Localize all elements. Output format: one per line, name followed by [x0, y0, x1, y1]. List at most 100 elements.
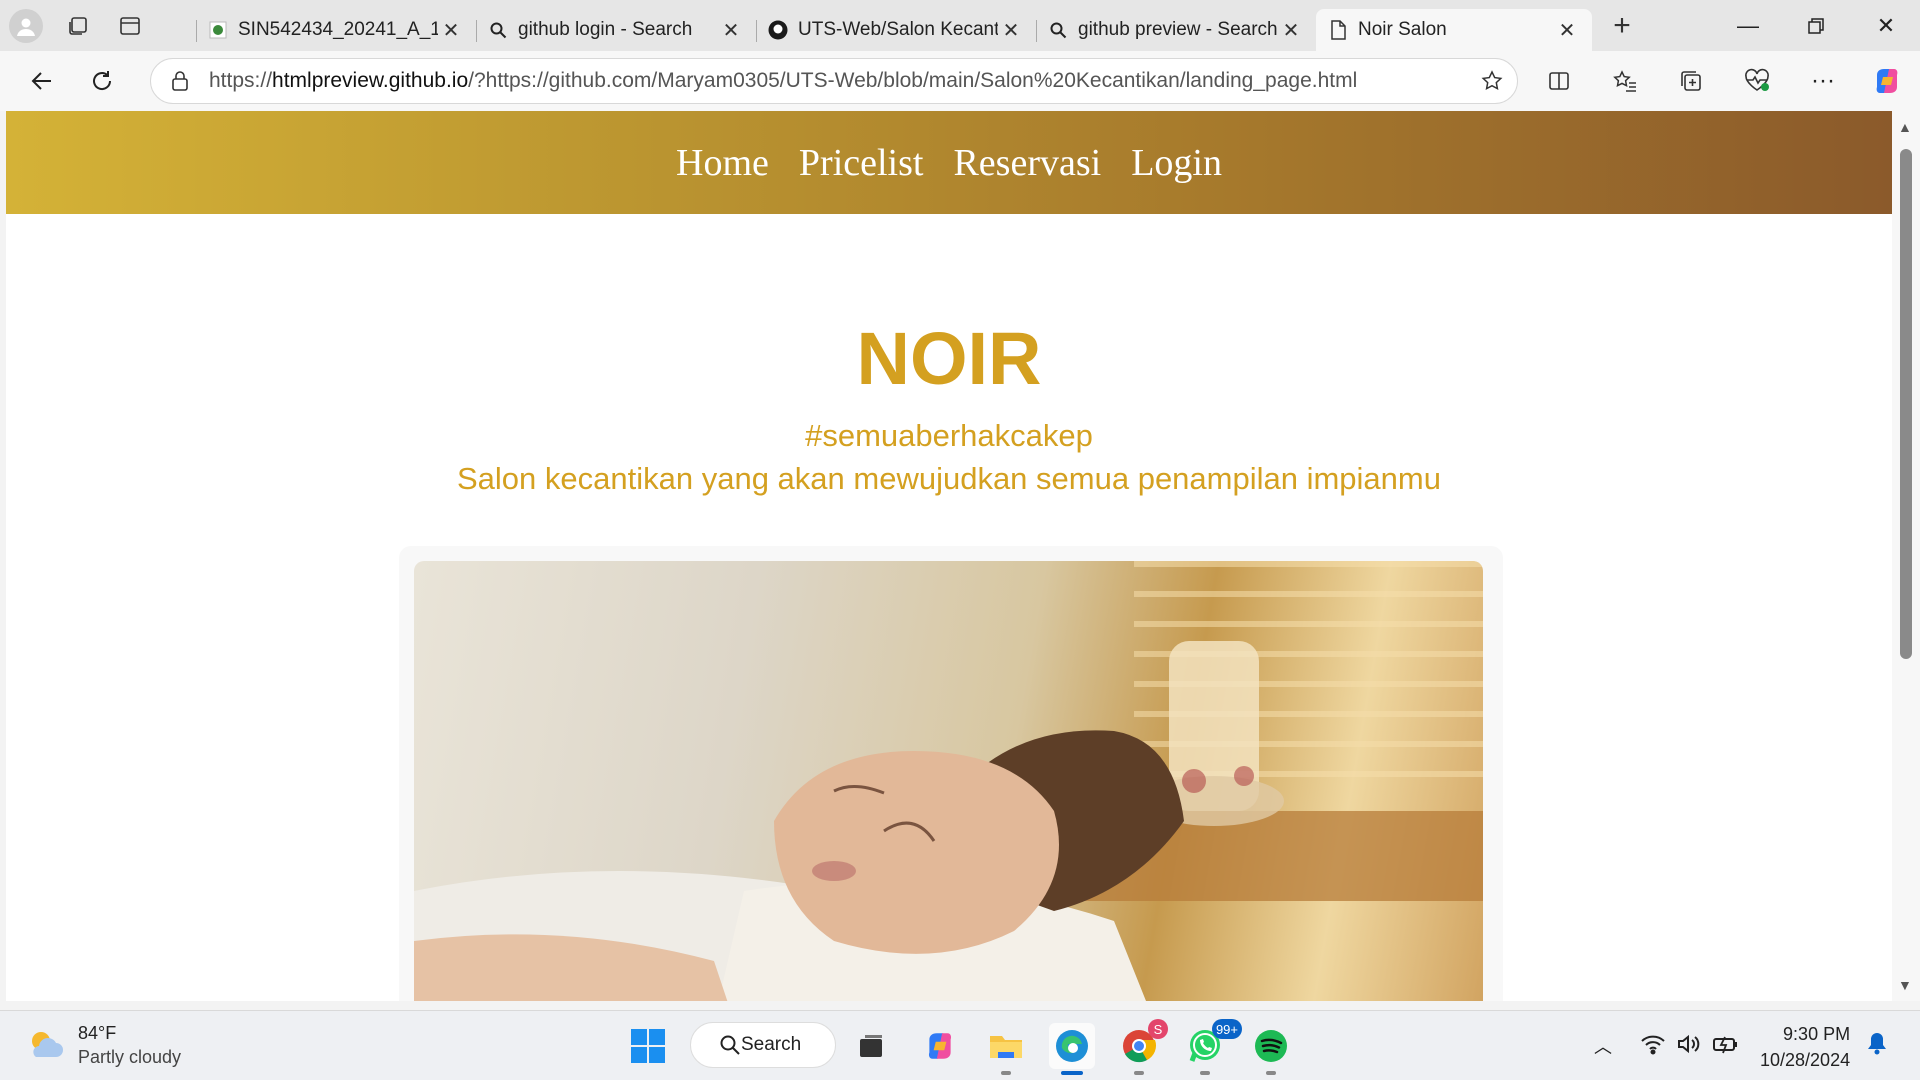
active-indicator: [1061, 1071, 1083, 1075]
search-icon: [1048, 20, 1068, 40]
tab-separator: [756, 20, 757, 42]
tab-title: Noir Salon: [1358, 19, 1447, 40]
browser-tab[interactable]: github preview - Search ✕: [1036, 9, 1316, 51]
notification-bell-icon[interactable]: [1866, 1031, 1888, 1060]
nav-link-home[interactable]: Home: [676, 141, 769, 185]
spotify-taskbar-button[interactable]: [1248, 1023, 1294, 1075]
favorite-star-icon[interactable]: [1467, 69, 1517, 93]
browser-tab-active[interactable]: Noir Salon ✕: [1316, 9, 1592, 51]
hero-photo-spa-woman: [414, 561, 1483, 1001]
tab-title: github preview - Search: [1078, 19, 1278, 40]
hero-section: NOIR #semuaberhakcakep Salon kecantikan …: [6, 322, 1892, 497]
whatsapp-taskbar-button[interactable]: 99+: [1182, 1019, 1242, 1075]
running-indicator: [1001, 1071, 1011, 1075]
profile-icon: [9, 8, 43, 43]
url-path: /?https://github.com/Maryam0305/UTS-Web/…: [468, 69, 1358, 92]
hashtag-text: #semuaberhakcakep: [805, 418, 1093, 453]
favorites-button[interactable]: [1592, 51, 1658, 111]
profile-button[interactable]: [0, 0, 52, 51]
task-view-button[interactable]: [848, 1023, 894, 1069]
close-tab-icon[interactable]: ✕: [438, 18, 464, 43]
split-screen-button[interactable]: [1526, 51, 1592, 111]
new-tab-button[interactable]: +: [1592, 0, 1652, 51]
tab-strip: SIN542434_20241_A_14 ✕ github login - Se…: [0, 0, 1920, 51]
running-indicator: [1200, 1071, 1210, 1075]
browser-tab[interactable]: SIN542434_20241_A_14 ✕: [196, 9, 476, 51]
university-favicon-icon: [208, 20, 228, 40]
page-icon: [1328, 20, 1348, 40]
restore-icon: [1808, 17, 1824, 34]
close-window-button[interactable]: ✕: [1852, 0, 1920, 51]
taskbar-search-label: Search: [741, 1034, 802, 1055]
copilot-button[interactable]: [1854, 51, 1920, 111]
edge-icon: [1056, 1030, 1088, 1062]
wifi-icon[interactable]: [1640, 1033, 1666, 1060]
running-indicator: [1134, 1071, 1144, 1075]
minimize-button[interactable]: —: [1714, 0, 1782, 51]
browser-essentials-button[interactable]: [1724, 51, 1790, 111]
site-navbar: Home Pricelist Reservasi Login: [6, 111, 1892, 214]
scroll-down-icon[interactable]: ▼: [1898, 977, 1912, 993]
close-tab-icon[interactable]: ✕: [1278, 18, 1304, 43]
photo-illustration: [414, 561, 1483, 1001]
back-button[interactable]: [12, 51, 72, 111]
nav-link-login[interactable]: Login: [1131, 141, 1222, 185]
copilot-icon: [928, 1033, 952, 1059]
tagline-text: Salon kecantikan yang akan mewujudkan se…: [457, 461, 1441, 496]
tab-title: github login - Search: [518, 19, 693, 40]
battery-charging-icon[interactable]: [1712, 1033, 1740, 1060]
spotify-icon: [1255, 1030, 1287, 1062]
taskbar-search[interactable]: Search: [690, 1022, 836, 1068]
tab-title: UTS-Web/Salon Kecanti: [798, 19, 998, 40]
clock-time: 9:30 PM: [1783, 1024, 1851, 1044]
start-button[interactable]: [625, 1023, 671, 1069]
url-host: htmlpreview.github.io: [272, 69, 469, 92]
tab-actions-button[interactable]: [104, 0, 156, 51]
restore-button[interactable]: [1782, 0, 1850, 51]
settings-more-button[interactable]: ···: [1790, 51, 1856, 111]
folder-icon: [990, 1036, 1022, 1058]
tab-actions-icon: [120, 16, 140, 35]
partly-cloudy-icon: [32, 1032, 63, 1057]
url-prefix: https://: [209, 69, 273, 92]
system-clock[interactable]: 9:30 PM 10/28/2024: [1760, 1021, 1850, 1073]
running-indicator: [1266, 1071, 1276, 1075]
close-tab-icon[interactable]: ✕: [998, 18, 1024, 43]
favorites-list-icon: [1613, 70, 1636, 92]
browser-tab[interactable]: github login - Search ✕: [476, 9, 756, 51]
browser-toolbar: https://htmlpreview.github.io/?https://g…: [0, 51, 1920, 111]
weather-widget[interactable]: 84°F Partly cloudy: [26, 1021, 181, 1069]
edge-taskbar-button[interactable]: [1049, 1023, 1095, 1075]
collections-button[interactable]: [1658, 51, 1724, 111]
hero-image-card: [399, 546, 1503, 1001]
weather-temp: 84°F: [78, 1023, 117, 1043]
brand-title: NOIR: [856, 317, 1042, 400]
address-bar[interactable]: https://htmlpreview.github.io/?https://g…: [150, 58, 1518, 104]
scroll-up-icon[interactable]: ▲: [1898, 119, 1912, 135]
show-hidden-icons-chevron-icon[interactable]: ︿: [1594, 1033, 1612, 1059]
search-icon: [488, 20, 508, 40]
url-text[interactable]: https://htmlpreview.github.io/?https://g…: [209, 69, 1467, 93]
close-tab-icon[interactable]: ✕: [1554, 18, 1580, 43]
tab-title: SIN542434_20241_A_14: [238, 19, 438, 40]
page-scrollbar[interactable]: ▲ ▼: [1892, 111, 1920, 1001]
lock-icon[interactable]: [151, 70, 209, 92]
refresh-button[interactable]: [72, 51, 132, 111]
chrome-taskbar-button[interactable]: S: [1116, 1019, 1168, 1075]
github-icon: [768, 20, 788, 40]
chrome-profile-badge: S: [1148, 1019, 1168, 1039]
windows-logo-icon: [631, 1029, 665, 1063]
close-icon: ✕: [1876, 12, 1896, 38]
tab-separator: [476, 20, 477, 42]
copilot-taskbar-button[interactable]: [917, 1023, 963, 1069]
volume-icon[interactable]: [1676, 1033, 1702, 1060]
nav-link-reservasi[interactable]: Reservasi: [953, 141, 1101, 185]
workspaces-button[interactable]: [52, 0, 104, 51]
browser-tab[interactable]: UTS-Web/Salon Kecanti ✕: [756, 9, 1036, 51]
nav-link-pricelist[interactable]: Pricelist: [799, 141, 924, 185]
back-arrow-icon: [31, 72, 51, 90]
close-tab-icon[interactable]: ✕: [718, 18, 744, 43]
file-explorer-button[interactable]: [983, 1023, 1029, 1075]
copilot-icon: [1876, 69, 1898, 93]
scroll-thumb[interactable]: [1900, 149, 1912, 659]
